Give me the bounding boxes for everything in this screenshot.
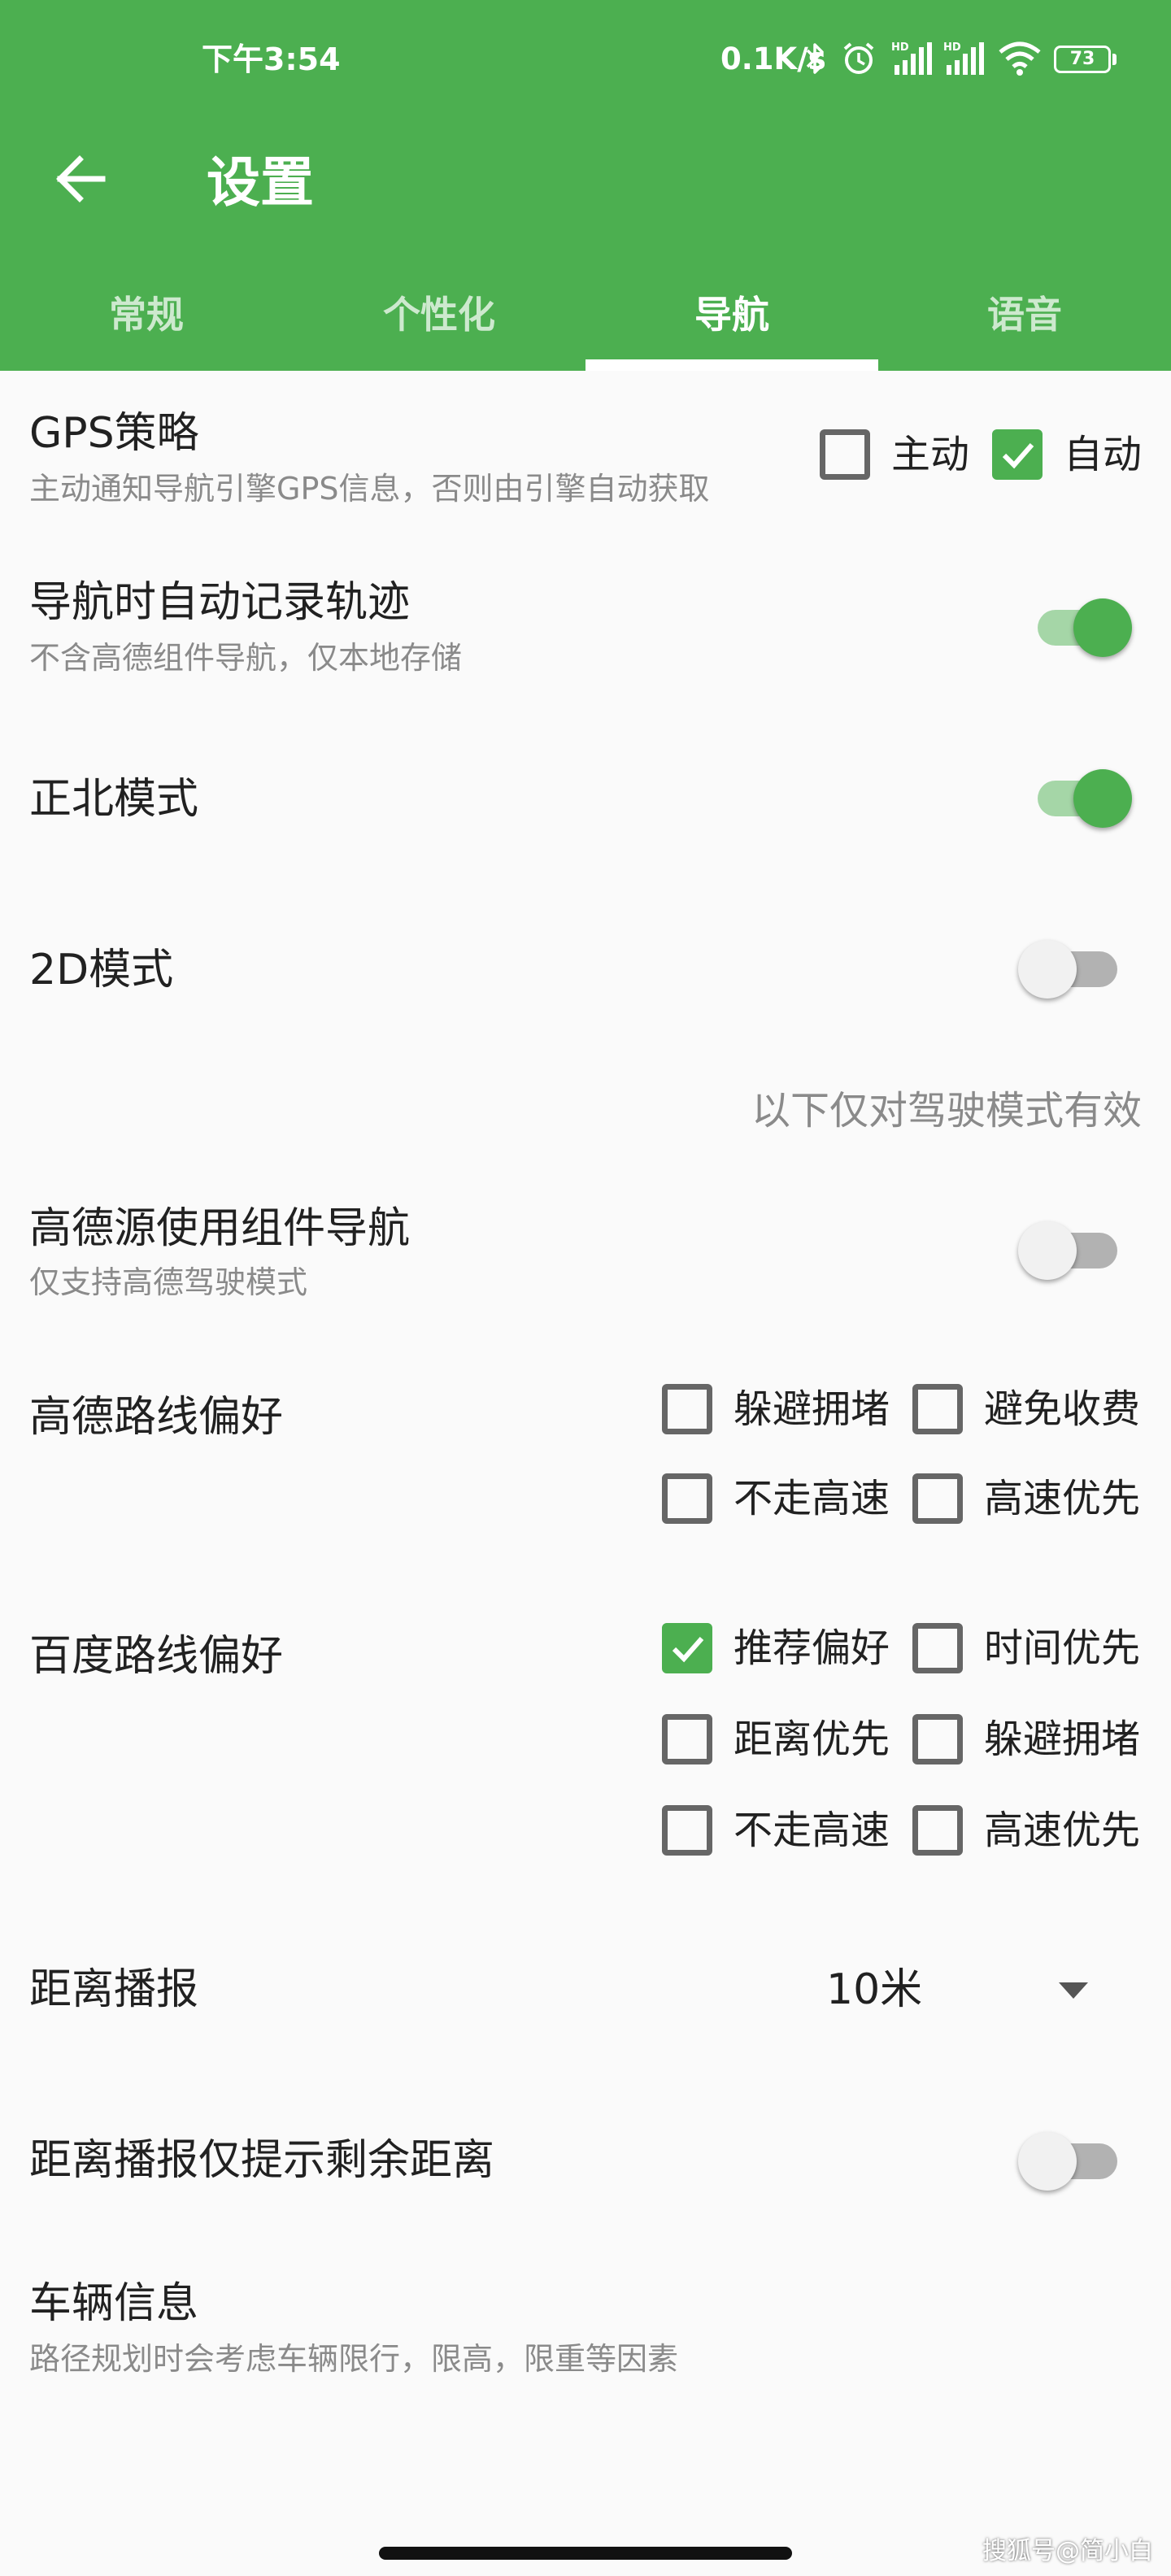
amap-avoid-congestion-checkbox[interactable] bbox=[662, 1384, 712, 1434]
gesture-nav-bar[interactable] bbox=[379, 2547, 792, 2560]
baidu-recommended-label: 推荐偏好 bbox=[734, 1625, 890, 1671]
amap-avoid-toll-checkbox[interactable] bbox=[912, 1384, 963, 1434]
baidu-no-highway-label: 不走高速 bbox=[734, 1808, 890, 1853]
svg-text:HD: HD bbox=[943, 41, 961, 54]
baidu-avoid-congestion-checkbox[interactable] bbox=[912, 1714, 963, 1764]
baidu-route-title: 百度路线偏好 bbox=[29, 1632, 284, 1681]
north-mode-title: 正北模式 bbox=[29, 775, 199, 824]
gps-active-label: 主动 bbox=[891, 432, 970, 477]
amap-component-switch[interactable] bbox=[1018, 1213, 1121, 1286]
battery-tip bbox=[1112, 54, 1117, 65]
baidu-time-first-checkbox[interactable] bbox=[912, 1623, 963, 1673]
baidu-recommended-checkbox[interactable] bbox=[662, 1623, 712, 1673]
amap-component-subtitle: 仅支持高德驾驶模式 bbox=[29, 1264, 308, 1300]
switch-thumb bbox=[1018, 2132, 1077, 2191]
tab-navigation[interactable]: 导航 bbox=[586, 276, 878, 371]
switch-thumb bbox=[1073, 769, 1132, 828]
bluetooth-icon bbox=[806, 43, 824, 74]
gps-active-checkbox[interactable] bbox=[820, 429, 870, 480]
baidu-distance-first-checkbox[interactable] bbox=[662, 1714, 712, 1764]
north-mode-switch[interactable] bbox=[1038, 761, 1132, 834]
gps-auto-checkbox[interactable] bbox=[992, 429, 1043, 480]
battery-icon: 73 bbox=[1054, 46, 1111, 73]
baidu-no-highway-checkbox[interactable] bbox=[662, 1805, 712, 1856]
switch-thumb bbox=[1073, 598, 1132, 657]
vehicle-info-title: 车辆信息 bbox=[29, 2279, 199, 2328]
remaining-only-switch[interactable] bbox=[1018, 2124, 1121, 2197]
switch-thumb bbox=[1018, 940, 1077, 999]
amap-highway-first-label: 高速优先 bbox=[984, 1476, 1141, 1521]
mode-2d-title: 2D模式 bbox=[29, 946, 174, 994]
baidu-time-first-label: 时间优先 bbox=[984, 1625, 1141, 1671]
check-icon bbox=[672, 1637, 704, 1663]
battery-level: 73 bbox=[1069, 49, 1095, 69]
tab-general[interactable]: 常规 bbox=[0, 276, 293, 371]
remaining-only-title: 距离播报仅提示剩余距离 bbox=[29, 2136, 495, 2185]
drive-mode-note: 以下仅对驾驶模式有效 bbox=[751, 1088, 1142, 1134]
alarm-icon bbox=[843, 42, 874, 74]
baidu-highway-first-label: 高速优先 bbox=[984, 1808, 1141, 1853]
distance-broadcast-title: 距离播报 bbox=[29, 1965, 199, 2014]
arrow-left-icon[interactable] bbox=[49, 146, 114, 211]
status-bar: 下午3:54 0.1K/s HD HD 73 bbox=[0, 0, 1171, 122]
wifi-icon bbox=[999, 41, 1041, 76]
switch-thumb bbox=[1018, 1221, 1077, 1280]
hd-signal-icon: HD bbox=[943, 41, 984, 75]
watermark: 搜狐号@简小白 bbox=[982, 2537, 1153, 2565]
tab-personalize[interactable]: 个性化 bbox=[293, 276, 586, 371]
gps-strategy-title: GPS策略 bbox=[29, 409, 199, 458]
baidu-avoid-congestion-label: 躲避拥堵 bbox=[984, 1717, 1141, 1762]
gps-auto-label: 自动 bbox=[1064, 432, 1143, 477]
tab-bar: 常规 个性化 导航 语音 bbox=[0, 276, 1171, 371]
gps-strategy-subtitle: 主动通知导航引擎GPS信息，否则由引擎自动获取 bbox=[29, 471, 710, 507]
hd-signal-icon: HD bbox=[891, 41, 932, 75]
baidu-distance-first-label: 距离优先 bbox=[734, 1717, 890, 1762]
amap-avoid-congestion-label: 躲避拥堵 bbox=[734, 1386, 890, 1432]
check-icon bbox=[1002, 443, 1034, 469]
distance-broadcast-value: 10米 bbox=[826, 1965, 923, 2014]
tab-indicator bbox=[586, 359, 878, 371]
tab-voice[interactable]: 语音 bbox=[878, 276, 1171, 371]
dropdown-arrow-icon bbox=[1059, 1982, 1088, 1999]
amap-component-title: 高德源使用组件导航 bbox=[29, 1204, 411, 1253]
vehicle-info-subtitle: 路径规划时会考虑车辆限行，限高，限重等因素 bbox=[29, 2341, 679, 2377]
amap-avoid-toll-label: 避免收费 bbox=[984, 1386, 1141, 1432]
amap-route-title: 高德路线偏好 bbox=[29, 1393, 284, 1442]
status-time: 下午3:54 bbox=[202, 41, 341, 77]
amap-no-highway-label: 不走高速 bbox=[734, 1476, 890, 1521]
auto-track-subtitle: 不含高德组件导航，仅本地存储 bbox=[29, 640, 463, 676]
svg-text:HD: HD bbox=[891, 41, 909, 54]
amap-highway-first-checkbox[interactable] bbox=[912, 1473, 963, 1524]
mode-2d-switch[interactable] bbox=[1018, 932, 1121, 1005]
app-header: 下午3:54 0.1K/s HD HD 73 设置 常规 个性化 导航 语音 bbox=[0, 0, 1171, 371]
baidu-highway-first-checkbox[interactable] bbox=[912, 1805, 963, 1856]
amap-no-highway-checkbox[interactable] bbox=[662, 1473, 712, 1524]
page-title: 设置 bbox=[207, 151, 314, 214]
auto-track-switch[interactable] bbox=[1038, 590, 1132, 664]
auto-track-title: 导航时自动记录轨迹 bbox=[29, 578, 411, 627]
